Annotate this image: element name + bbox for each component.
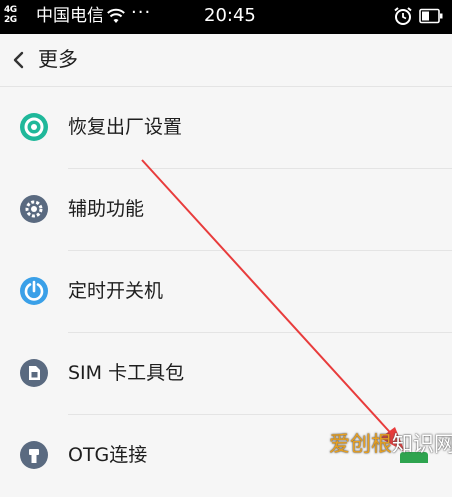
page-title: 更多 xyxy=(38,47,78,71)
more-notifications-indicator: ··· xyxy=(131,2,152,23)
list-item-factory-reset[interactable]: 恢复出厂设置 xyxy=(0,87,452,169)
wifi-icon xyxy=(107,8,125,23)
status-bar: 4G 2G 中国电信 ··· 20:45 xyxy=(0,0,452,34)
list-item-scheduled-power[interactable]: 定时开关机 xyxy=(0,251,452,333)
network-type-bottom: 2G xyxy=(4,15,17,25)
network-type-top: 4G xyxy=(4,5,17,15)
factory-reset-icon xyxy=(20,113,48,141)
list-item-label: 辅助功能 xyxy=(68,198,145,220)
page-header: 更多 xyxy=(0,34,452,86)
list-item-accessibility[interactable]: 辅助功能 xyxy=(0,169,452,251)
sim-card-icon xyxy=(20,359,48,387)
list-item-label: SIM 卡工具包 xyxy=(68,362,185,384)
chevron-left-icon[interactable] xyxy=(10,50,28,70)
status-time: 20:45 xyxy=(204,5,256,26)
list-item-sim-toolkit[interactable]: SIM 卡工具包 xyxy=(0,333,452,415)
list-item-label: 定时开关机 xyxy=(68,280,164,302)
list-item-label: 恢复出厂设置 xyxy=(68,116,183,138)
carrier-name: 中国电信 xyxy=(36,6,104,26)
battery-icon xyxy=(419,8,443,24)
timer-power-icon xyxy=(20,277,48,305)
otg-icon xyxy=(20,441,48,469)
watermark-accent: 爱创根 xyxy=(329,432,392,456)
list-item-label: OTG连接 xyxy=(68,444,148,466)
gear-icon xyxy=(20,195,48,223)
alarm-icon xyxy=(394,7,412,25)
watermark-rest: 知识网 xyxy=(392,432,452,456)
network-type-indicator: 4G 2G xyxy=(4,5,17,25)
watermark: 爱创根知识网 xyxy=(329,430,452,458)
